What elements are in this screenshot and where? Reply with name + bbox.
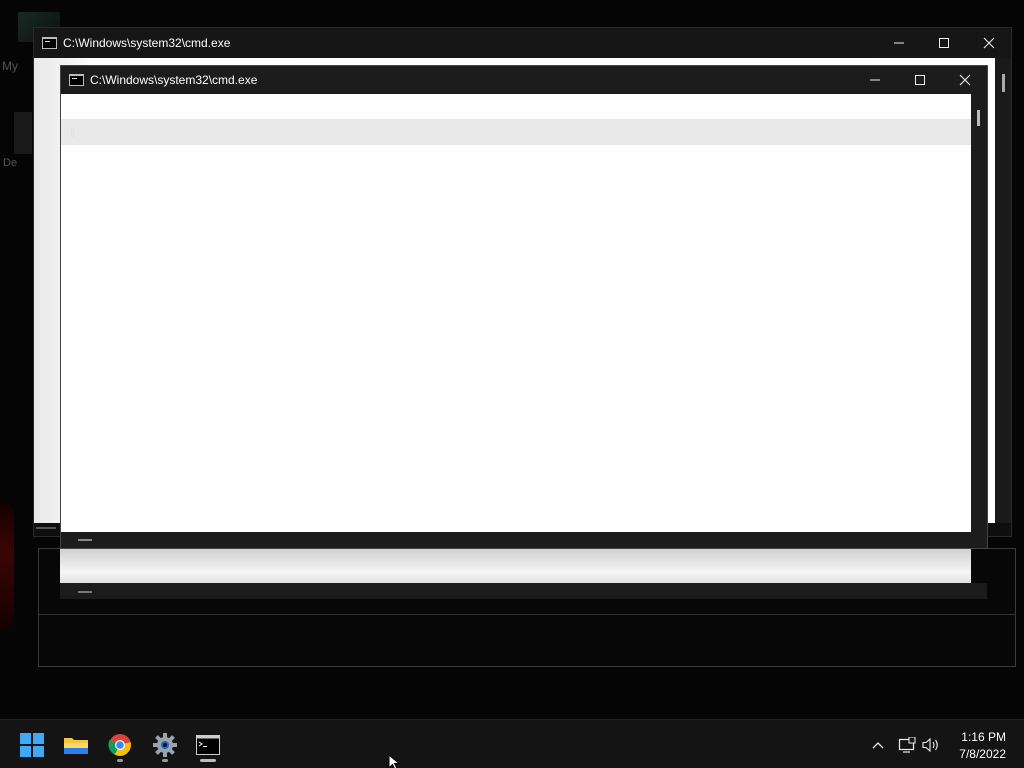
terminal-icon (196, 735, 220, 755)
close-icon (983, 37, 994, 49)
network-button[interactable] (896, 720, 918, 768)
desktop-wallpaper-fragment (0, 500, 14, 630)
maximize-button[interactable] (897, 66, 942, 94)
window-titlebar[interactable]: C:\Windows\system32\cmd.exe (34, 28, 1011, 58)
scrollbar-thumb[interactable] (1002, 74, 1005, 92)
close-button[interactable] (942, 66, 987, 94)
ghost-console-fragment (60, 548, 971, 583)
minimize-icon (869, 79, 880, 81)
maximize-icon (938, 38, 949, 48)
folder-icon (64, 738, 88, 754)
ghost-divider (38, 614, 1016, 615)
chrome-icon (108, 734, 131, 756)
minimize-button[interactable] (852, 66, 897, 94)
cmd-app-icon (69, 74, 84, 86)
gear-icon (153, 733, 177, 757)
volume-icon (922, 737, 938, 752)
desktop-icon-fragment (14, 112, 32, 154)
scrollbar-thumb[interactable] (977, 110, 980, 126)
ghost-minimize-dash (78, 591, 92, 593)
cmd-app-icon (42, 37, 57, 49)
settings-button[interactable] (145, 726, 185, 764)
chrome-button[interactable] (100, 726, 140, 764)
close-icon (959, 74, 970, 86)
network-icon (898, 736, 916, 753)
window-title: C:\Windows\system32\cmd.exe (90, 73, 258, 87)
windows-start-icon (20, 733, 44, 757)
start-button[interactable] (12, 726, 52, 764)
clock-date: 7/8/2022 (959, 747, 1006, 761)
file-explorer-button[interactable] (56, 726, 96, 764)
minimize-button[interactable] (876, 28, 921, 58)
clock[interactable]: 1:16 PM 7/8/2022 (959, 729, 1006, 763)
active-indicator (200, 759, 216, 762)
running-indicator (117, 759, 123, 762)
window-bottom-bar (61, 532, 987, 548)
console-area[interactable]: ▯ (61, 94, 972, 534)
vertical-scrollbar[interactable] (971, 94, 987, 534)
close-button[interactable] (966, 28, 1011, 58)
window-titlebar[interactable]: C:\Windows\system32\cmd.exe (61, 66, 987, 94)
desktop-icon-label-2: De (3, 157, 18, 169)
desktop-icon-label: My (2, 59, 18, 73)
minimize-dash (78, 539, 92, 541)
ghost-back-dash (36, 527, 56, 529)
taskbar: 1:16 PM 7/8/2022 (0, 719, 1024, 768)
command-prompt-button[interactable] (188, 726, 228, 764)
chevron-up-icon (872, 741, 884, 748)
maximize-button[interactable] (921, 28, 966, 58)
clock-time: 1:16 PM (961, 730, 1006, 744)
volume-button[interactable] (920, 720, 942, 768)
show-hidden-icons-button[interactable] (866, 720, 890, 768)
console-cursor: ▯ (69, 125, 77, 139)
vertical-scrollbar[interactable] (995, 58, 1011, 523)
maximize-icon (914, 75, 925, 85)
window-title: C:\Windows\system32\cmd.exe (63, 36, 231, 50)
ghost-bottom-bar (60, 583, 987, 599)
mouse-cursor-icon (388, 754, 400, 768)
minimize-icon (893, 42, 904, 44)
selected-line: ▯ (61, 119, 972, 145)
cmd-window-front[interactable]: C:\Windows\system32\cmd.exe ▯ (60, 65, 988, 549)
running-indicator (162, 759, 168, 762)
